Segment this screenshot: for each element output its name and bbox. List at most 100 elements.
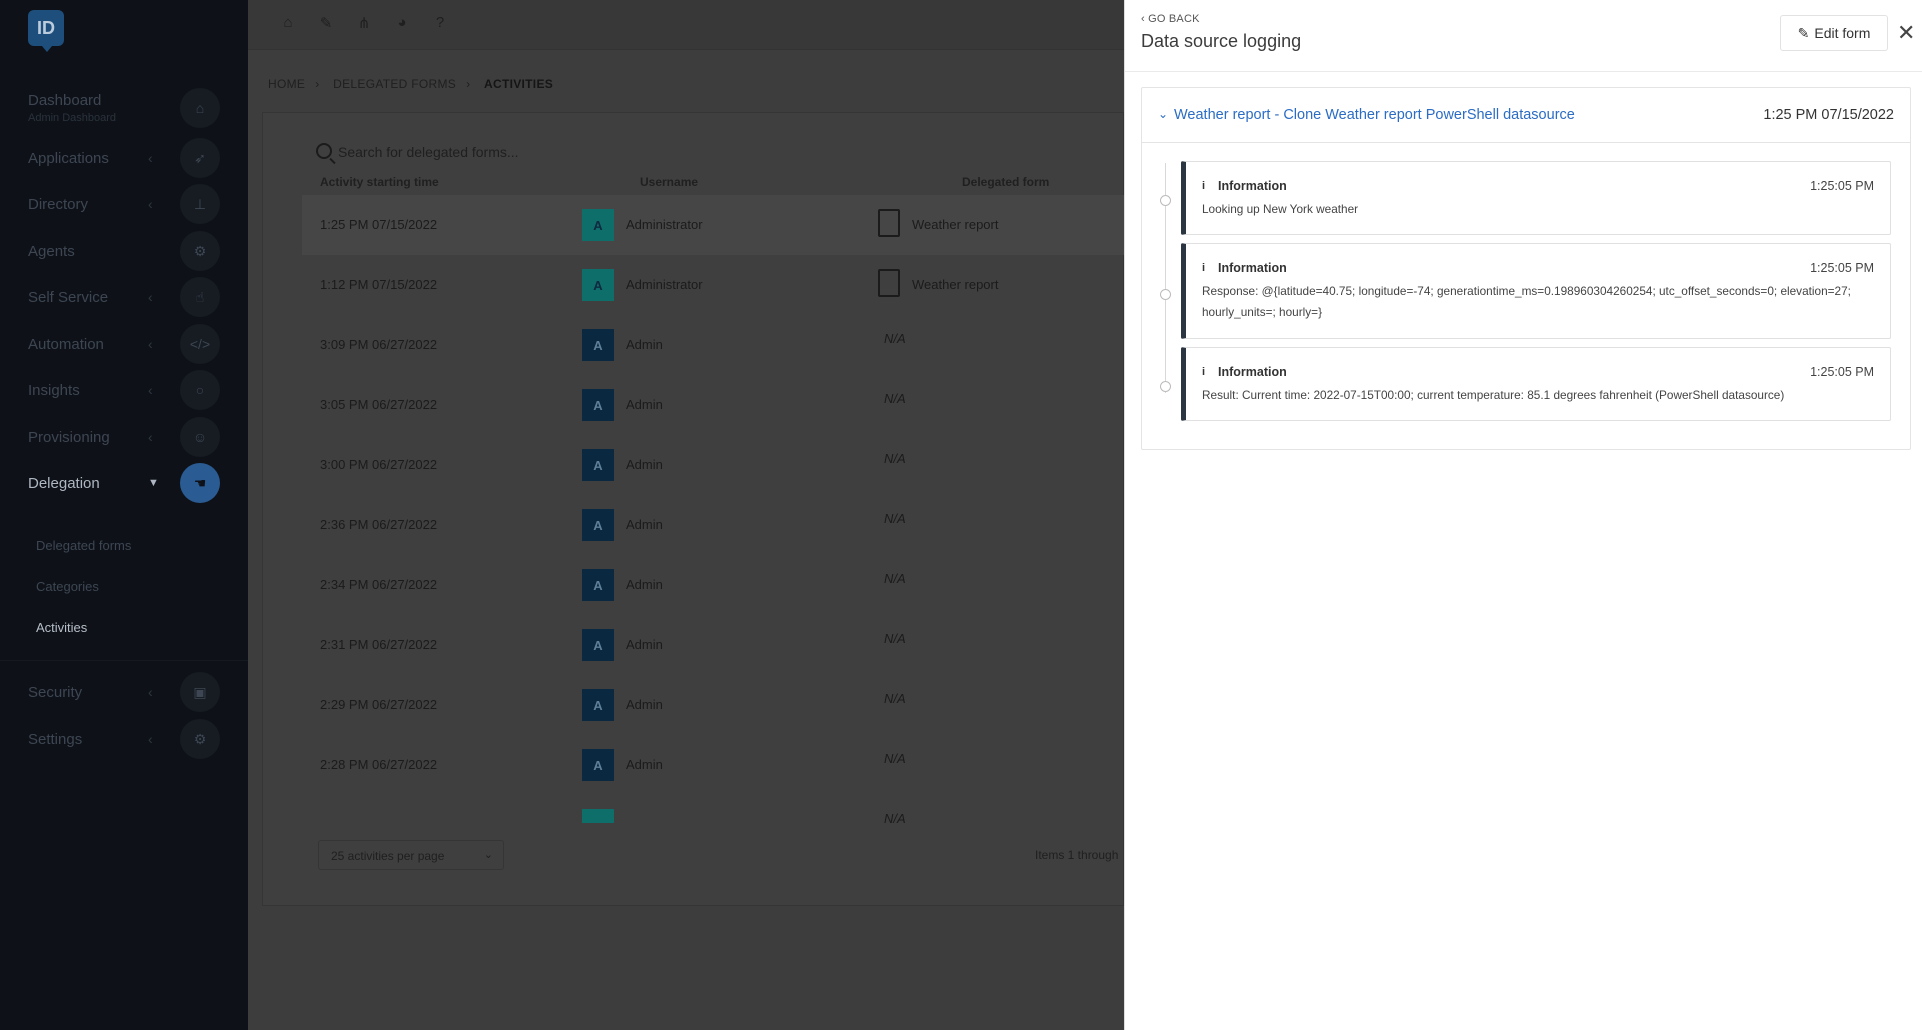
sidebar-item-directory[interactable]: Directory ‹ ⊥ [0,184,248,224]
chevron-left-icon: ‹ [148,429,153,445]
wrench-icon[interactable]: ✎ [316,14,336,34]
row-form: N/A [884,631,906,646]
row-time: 3:00 PM 06/27/2022 [320,457,438,472]
sidebar-item-dashboard[interactable]: Dashboard Admin Dashboard ⌂ [0,88,248,128]
table-row[interactable]: 2:36 PM 06/27/2022 A Admin N/A [302,495,1124,555]
help-icon[interactable]: ? [430,14,450,34]
log-level: Information [1218,365,1287,379]
sidebar-item-label: Security [28,683,83,701]
sidebar-item-agents[interactable]: Agents ⚙ [0,231,248,271]
table-row[interactable]: 3:09 PM 06/27/2022 A Admin N/A [302,315,1124,375]
per-page-label: 25 activities per page [331,849,445,863]
row-username: Admin [626,337,663,352]
breadcrumb: HOME › DELEGATED FORMS › ACTIVITIES [268,77,563,91]
row-username: Admin [626,637,663,652]
home-icon[interactable]: ⌂ [278,14,298,34]
header-divider [1125,71,1922,72]
lock-icon: ▣ [180,672,220,712]
chevron-down-icon[interactable]: ⌄ [1158,107,1168,121]
log-card-title[interactable]: Weather report - Clone Weather report Po… [1174,107,1575,123]
breadcrumb-activities: ACTIVITIES [484,77,554,91]
avatar: A [582,509,614,541]
avatar: A [582,569,614,601]
sidebar-item-settings[interactable]: Settings ‹ ⚙ [0,719,248,759]
subnav-categories[interactable]: Categories [36,579,99,594]
column-header-form[interactable]: Delegated form [962,175,1049,189]
per-page-select[interactable]: 25 activities per page ⌄ [318,840,504,870]
chevron-left-icon: ‹ [148,382,153,398]
chevron-right-icon: › [315,77,320,91]
subnav-activities[interactable]: Activities [36,620,87,635]
table-row[interactable]: 3:05 PM 06/27/2022 A Admin N/A [302,375,1124,435]
row-form[interactable]: Weather report [912,217,998,232]
sidebar-item-provisioning[interactable]: Provisioning ‹ ☺ [0,417,248,457]
sidebar-item-delegation[interactable]: Delegation ▼ ☚ [0,463,248,503]
log-card-header[interactable]: ⌄ Weather report - Clone Weather report … [1142,88,1910,143]
lightbulb-icon: ○ [180,370,220,410]
row-form: N/A [884,391,906,406]
chevron-down-icon: ⌄ [483,849,493,861]
breadcrumb-home[interactable]: HOME [268,77,305,91]
users-icon: ☺ [180,417,220,457]
hand-icon: ☚ [180,463,220,503]
subnav-delegated-forms[interactable]: Delegated forms [36,538,131,553]
avatar: A [582,749,614,781]
log-entry: i Information 1:25:05 PM Looking up New … [1181,161,1891,235]
log-entry: i Information 1:25:05 PM Response: @{lat… [1181,243,1891,339]
hand-pointer-icon: ☝ [180,277,220,317]
sidebar: ID Dashboard Admin Dashboard ⌂ Applicati… [0,0,248,1030]
table-row[interactable]: 2:31 PM 06/27/2022 A Admin N/A [302,615,1124,675]
sidebar-divider [0,660,248,661]
breadcrumb-delegated-forms[interactable]: DELEGATED FORMS [333,77,456,91]
row-form: N/A [884,751,906,766]
app-logo[interactable]: ID [28,10,64,52]
table-row-partial[interactable]: N/A [302,795,1124,823]
log-message: Result: Current time: 2022-07-15T00:00; … [1202,388,1785,402]
close-icon[interactable]: ✕ [1897,22,1915,44]
avatar: A [582,449,614,481]
cogs-icon: ⚙ [180,231,220,271]
log-level: Information [1218,179,1287,193]
table-row[interactable]: 2:28 PM 06/27/2022 A Admin N/A [302,735,1124,795]
sidebar-item-label: Dashboard [28,92,102,109]
row-username: Administrator [626,277,703,292]
sidebar-item-self-service[interactable]: Self Service ‹ ☝ [0,277,248,317]
table-row[interactable]: 2:34 PM 06/27/2022 A Admin N/A [302,555,1124,615]
document-icon [878,269,900,297]
row-username: Admin [626,577,663,592]
pie-chart-icon[interactable]: ◕ [392,14,412,34]
sidebar-item-security[interactable]: Security ‹ ▣ [0,672,248,712]
log-card-time: 1:25 PM 07/15/2022 [1763,107,1894,123]
row-form: N/A [884,511,906,526]
table-row[interactable]: 1:25 PM 07/15/2022 A Administrator Weath… [302,195,1124,255]
info-icon: i [1202,366,1206,378]
table-row[interactable]: 3:00 PM 06/27/2022 A Admin N/A [302,435,1124,495]
column-header-time[interactable]: Activity starting time [320,175,439,189]
row-form: N/A [884,451,906,466]
table-row[interactable]: 2:29 PM 06/27/2022 A Admin N/A [302,675,1124,735]
sidebar-item-applications[interactable]: Applications ‹ ➶ [0,138,248,178]
edit-form-button[interactable]: ✎ Edit form [1780,15,1888,51]
column-header-username[interactable]: Username [640,175,698,189]
top-toolbar: ⌂ ✎ ⋔ ◕ ? [248,0,1124,50]
sidebar-item-label: Provisioning [28,428,110,446]
go-back-label: GO BACK [1148,13,1200,25]
sidebar-item-label: Agents [28,242,75,260]
log-message: Response: @{latitude=40.75; longitude=-7… [1202,284,1851,319]
row-form: N/A [884,811,906,823]
chevron-left-icon: ‹ [148,196,153,212]
share-icon[interactable]: ⋔ [354,14,374,34]
table-row[interactable]: 1:12 PM 07/15/2022 A Administrator Weath… [302,255,1124,315]
row-username: Admin [626,697,663,712]
row-form: N/A [884,331,906,346]
sidebar-item-automation[interactable]: Automation ‹ </> [0,324,248,364]
row-time: 3:09 PM 06/27/2022 [320,337,438,352]
sidebar-item-insights[interactable]: Insights ‹ ○ [0,370,248,410]
search-input[interactable]: Search for delegated forms... [338,144,519,160]
row-form: N/A [884,691,906,706]
timeline-dot [1160,381,1171,392]
info-icon: i [1202,180,1206,192]
go-back-link[interactable]: ‹ GO BACK [1141,13,1200,25]
row-form[interactable]: Weather report [912,277,998,292]
home-icon: ⌂ [180,88,220,128]
